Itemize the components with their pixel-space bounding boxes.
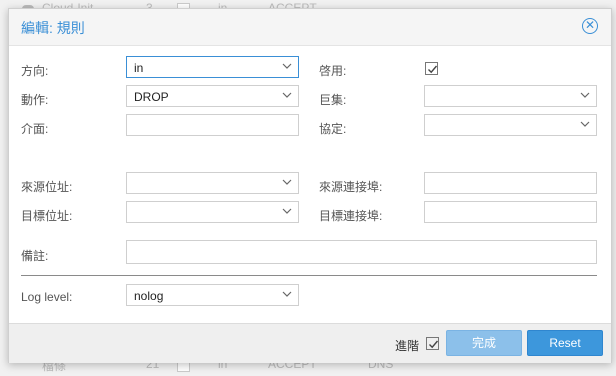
- chevron-down-icon: [282, 289, 292, 299]
- source-select[interactable]: [126, 172, 299, 194]
- macro-select[interactable]: [424, 85, 597, 107]
- direction-label: 方向:: [21, 64, 49, 78]
- comment-input[interactable]: [126, 240, 597, 264]
- dest-port-label: 目標連接埠:: [319, 209, 383, 223]
- dialog-footer: 進階 完成 Reset: [9, 323, 611, 363]
- macro-label: 巨集:: [319, 93, 347, 107]
- dest-select[interactable]: [126, 201, 299, 223]
- interface-label: 介面:: [21, 122, 49, 136]
- source-label: 來源位址:: [21, 180, 73, 194]
- reset-button[interactable]: Reset: [527, 330, 603, 356]
- interface-input[interactable]: [126, 114, 299, 136]
- log-level-select[interactable]: nolog: [126, 284, 299, 306]
- chevron-down-icon: [580, 90, 590, 100]
- advanced-label: 進階: [395, 339, 420, 353]
- direction-value: in: [134, 61, 144, 75]
- action-value: DROP: [134, 90, 169, 104]
- direction-select[interactable]: in: [126, 56, 299, 78]
- dialog-title: 編輯: 規則: [21, 20, 85, 36]
- enable-label: 啓用:: [319, 64, 347, 78]
- dest-label: 目標位址:: [21, 209, 73, 223]
- dialog-titlebar: 編輯: 規則 ✕: [9, 9, 611, 46]
- enable-checkbox[interactable]: [425, 62, 438, 75]
- close-icon[interactable]: ✕: [582, 18, 598, 34]
- source-port-label: 來源連接埠:: [319, 180, 383, 194]
- section-divider: [21, 275, 597, 276]
- chevron-down-icon: [282, 90, 292, 100]
- action-select[interactable]: DROP: [126, 85, 299, 107]
- log-level-label: Log level:: [21, 290, 73, 304]
- edit-rule-dialog: 編輯: 規則 ✕ 方向: in 啓用: 動作: DROP 巨集: 介面: 協定:…: [8, 8, 612, 363]
- action-label: 動作:: [21, 93, 49, 107]
- log-level-value: nolog: [134, 289, 164, 303]
- chevron-down-icon: [282, 177, 292, 187]
- protocol-select[interactable]: [424, 114, 597, 136]
- comment-label: 備註:: [21, 249, 49, 263]
- chevron-down-icon: [282, 206, 292, 216]
- dest-port-input[interactable]: [424, 201, 597, 223]
- source-port-input[interactable]: [424, 172, 597, 194]
- chevron-down-icon: [282, 61, 292, 71]
- advanced-checkbox[interactable]: [426, 337, 439, 350]
- protocol-label: 協定:: [319, 122, 347, 136]
- ok-button[interactable]: 完成: [446, 330, 522, 356]
- chevron-down-icon: [580, 119, 590, 129]
